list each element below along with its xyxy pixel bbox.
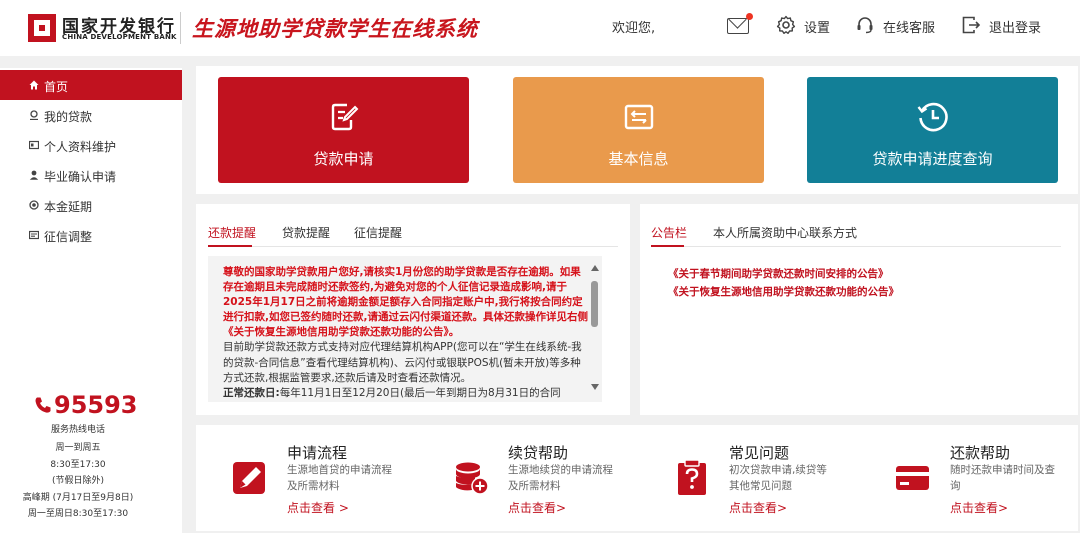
welcome-text: 欢迎您, bbox=[612, 21, 656, 36]
notification-dot bbox=[746, 13, 753, 20]
help-description: 生源地首贷的申请流程及所需材料 bbox=[287, 464, 392, 492]
help-item-application-process: 申请流程 生源地首贷的申请流程及所需材料 点击查看 > bbox=[196, 425, 416, 531]
logout-icon bbox=[962, 16, 981, 34]
active-tab-indicator bbox=[208, 245, 252, 247]
loan-application-tile[interactable]: 贷款申请 bbox=[218, 77, 469, 183]
system-title: 生源地助学贷款学生在线系统 bbox=[192, 17, 478, 41]
headset-icon bbox=[857, 17, 873, 34]
help-description: 初次贷款申请,续贷等其他常见问题 bbox=[729, 464, 827, 492]
notice-tail-bold: 正常还款日: bbox=[223, 386, 280, 399]
help-description: 生源地续贷的申请流程及所需材料 bbox=[508, 464, 613, 492]
hotline-note: 周一至周日8:30至17:30 bbox=[27, 509, 129, 519]
tab-credit-reminder[interactable]: 征信提醒 bbox=[354, 224, 402, 241]
logout-label: 退出登录 bbox=[989, 21, 1042, 36]
phone-icon bbox=[35, 397, 51, 413]
view-details-link[interactable]: 点击查看> bbox=[950, 499, 1008, 516]
announcement-panel: 公告栏 本人所属资助中心联系方式 《关于春节期间助学贷款还款时间安排的公告》 《… bbox=[640, 204, 1078, 415]
loan-icon bbox=[30, 110, 38, 120]
hotline-number: 95593 bbox=[34, 391, 138, 419]
hotline-note: 高峰期 (7月17日至9月8日) bbox=[22, 493, 134, 503]
info-card-icon bbox=[624, 104, 653, 130]
repayment-notice[interactable]: 尊敬的国家助学贷款用户您好,请核实1月份您的助学贷款是否存在逾期。如果存在逾期且… bbox=[208, 256, 602, 402]
sidebar-item-graduation[interactable]: 毕业确认申请 bbox=[0, 160, 182, 190]
sidebar-item-label: 本金延期 bbox=[44, 200, 93, 214]
top-header: 国家开发银行 CHINA DEVELOPMENT BANK 生源地助学贷款学生在… bbox=[0, 0, 1080, 56]
edit-square-icon bbox=[233, 462, 265, 494]
coins-add-icon bbox=[456, 462, 489, 495]
hotline-note: (节假日除外) bbox=[51, 476, 105, 486]
notice-tail-text: 每年11月1日至12月20日(最后一年到期日为8月31日的合同 bbox=[279, 386, 561, 399]
help-title: 常见问题 bbox=[729, 444, 790, 462]
view-details-link[interactable]: 点击查看> bbox=[729, 499, 787, 516]
profile-card-icon bbox=[29, 140, 39, 150]
edit-document-icon bbox=[331, 103, 358, 131]
sidebar-item-label: 首页 bbox=[44, 80, 69, 94]
notice-normal-text: 目前助学贷款还款方式支持对应代理结算机构APP(您可以在“学生在线系统-我的贷款… bbox=[223, 341, 582, 384]
tab-divider bbox=[208, 246, 618, 247]
sidebar-item-profile[interactable]: 个人资料维护 bbox=[0, 130, 182, 160]
tab-divider bbox=[651, 246, 1061, 247]
sidebar-item-home[interactable]: 首页 bbox=[0, 70, 182, 100]
help-item-repayment: 还款帮助 随时还款申请时间及查询 点击查看> bbox=[859, 425, 1079, 531]
announcement-link[interactable]: 《关于恢复生源地信用助学贷款还款功能的公告》 bbox=[668, 284, 899, 299]
tab-announcements[interactable]: 公告栏 bbox=[651, 224, 687, 241]
home-icon bbox=[29, 80, 39, 90]
hotline-note: 服务热线电话 bbox=[50, 425, 105, 435]
tile-label: 基本信息 bbox=[608, 150, 669, 168]
extend-icon bbox=[29, 200, 39, 210]
sidebar-item-label: 征信调整 bbox=[44, 230, 93, 244]
help-description: 随时还款申请时间及查询 bbox=[950, 464, 1055, 492]
hotline-text: 95593 bbox=[54, 391, 138, 419]
scrollbar-thumb[interactable] bbox=[591, 281, 598, 327]
hotline-note: 周一到周五 bbox=[55, 443, 101, 453]
tile-label: 贷款申请 bbox=[313, 150, 374, 168]
tab-repayment-reminder[interactable]: 还款提醒 bbox=[208, 224, 256, 241]
notice-red-text: 尊敬的国家助学贷款用户您好,请核实1月份您的助学贷款是否存在逾期。如果存在逾期且… bbox=[223, 266, 588, 339]
view-details-link[interactable]: 点击查看> bbox=[508, 499, 566, 516]
sidebar-item-label: 毕业确认申请 bbox=[44, 170, 117, 184]
active-tab-indicator bbox=[651, 245, 684, 247]
notice-content: 尊敬的国家助学贷款用户您好,请核实1月份您的助学贷款是否存在逾期。如果存在逾期且… bbox=[208, 265, 588, 401]
hotline-note: 8:30至17:30 bbox=[50, 460, 106, 470]
repayment-reminder-panel: 还款提醒 贷款提醒 征信提醒 尊敬的国家助学贷款用户您好,请核实1月份您的助学贷… bbox=[196, 204, 630, 415]
help-item-faq: 常见问题 初次贷款申请,续贷等其他常见问题 点击查看> bbox=[638, 425, 858, 531]
sidebar: 首页 我的贷款 个人资料维护 毕业确认申请 本金延期 征信调整 95593 服务… bbox=[0, 68, 182, 533]
help-title: 还款帮助 bbox=[950, 444, 1011, 462]
logo-divider bbox=[180, 12, 181, 44]
sidebar-item-my-loans[interactable]: 我的贷款 bbox=[0, 100, 182, 130]
help-section: 申请流程 生源地首贷的申请流程及所需材料 点击查看 > 续贷帮助 生源地续贷的申… bbox=[196, 425, 1078, 531]
sidebar-item-credit-adjust[interactable]: 征信调整 bbox=[0, 220, 182, 250]
card-icon bbox=[896, 466, 929, 490]
announcement-link[interactable]: 《关于春节期间助学贷款还款时间安排的公告》 bbox=[668, 266, 889, 281]
help-item-renewal: 续贷帮助 生源地续贷的申请流程及所需材料 点击查看> bbox=[417, 425, 637, 531]
tab-loan-reminder[interactable]: 贷款提醒 bbox=[282, 224, 330, 241]
help-title: 申请流程 bbox=[287, 444, 348, 462]
sidebar-item-label: 个人资料维护 bbox=[44, 140, 117, 154]
quick-actions: 贷款申请 基本信息 贷款申请进度查询 bbox=[196, 66, 1078, 194]
sidebar-item-principal-extension[interactable]: 本金延期 bbox=[0, 190, 182, 220]
sidebar-item-label: 我的贷款 bbox=[44, 110, 93, 124]
settings-label: 设置 bbox=[804, 21, 831, 36]
tile-label: 贷款申请进度查询 bbox=[872, 150, 993, 168]
view-details-link[interactable]: 点击查看 > bbox=[287, 499, 349, 516]
clock-icon bbox=[917, 102, 948, 132]
bank-logo-icon bbox=[28, 14, 56, 42]
help-title: 续贷帮助 bbox=[508, 444, 569, 462]
gear-icon bbox=[776, 15, 796, 34]
question-clipboard-icon bbox=[678, 459, 706, 495]
basic-info-tile[interactable]: 基本信息 bbox=[513, 77, 764, 183]
online-service-label: 在线客服 bbox=[883, 21, 936, 36]
scroll-down-arrow[interactable] bbox=[591, 384, 599, 390]
credit-icon bbox=[29, 230, 39, 240]
progress-query-tile[interactable]: 贷款申请进度查询 bbox=[807, 77, 1058, 183]
bank-name-en: CHINA DEVELOPMENT BANK bbox=[62, 33, 177, 41]
user-icon bbox=[29, 170, 39, 180]
mail-icon[interactable] bbox=[727, 18, 749, 34]
scroll-up-arrow[interactable] bbox=[591, 265, 599, 271]
tab-aid-center-contact[interactable]: 本人所属资助中心联系方式 bbox=[713, 224, 857, 241]
